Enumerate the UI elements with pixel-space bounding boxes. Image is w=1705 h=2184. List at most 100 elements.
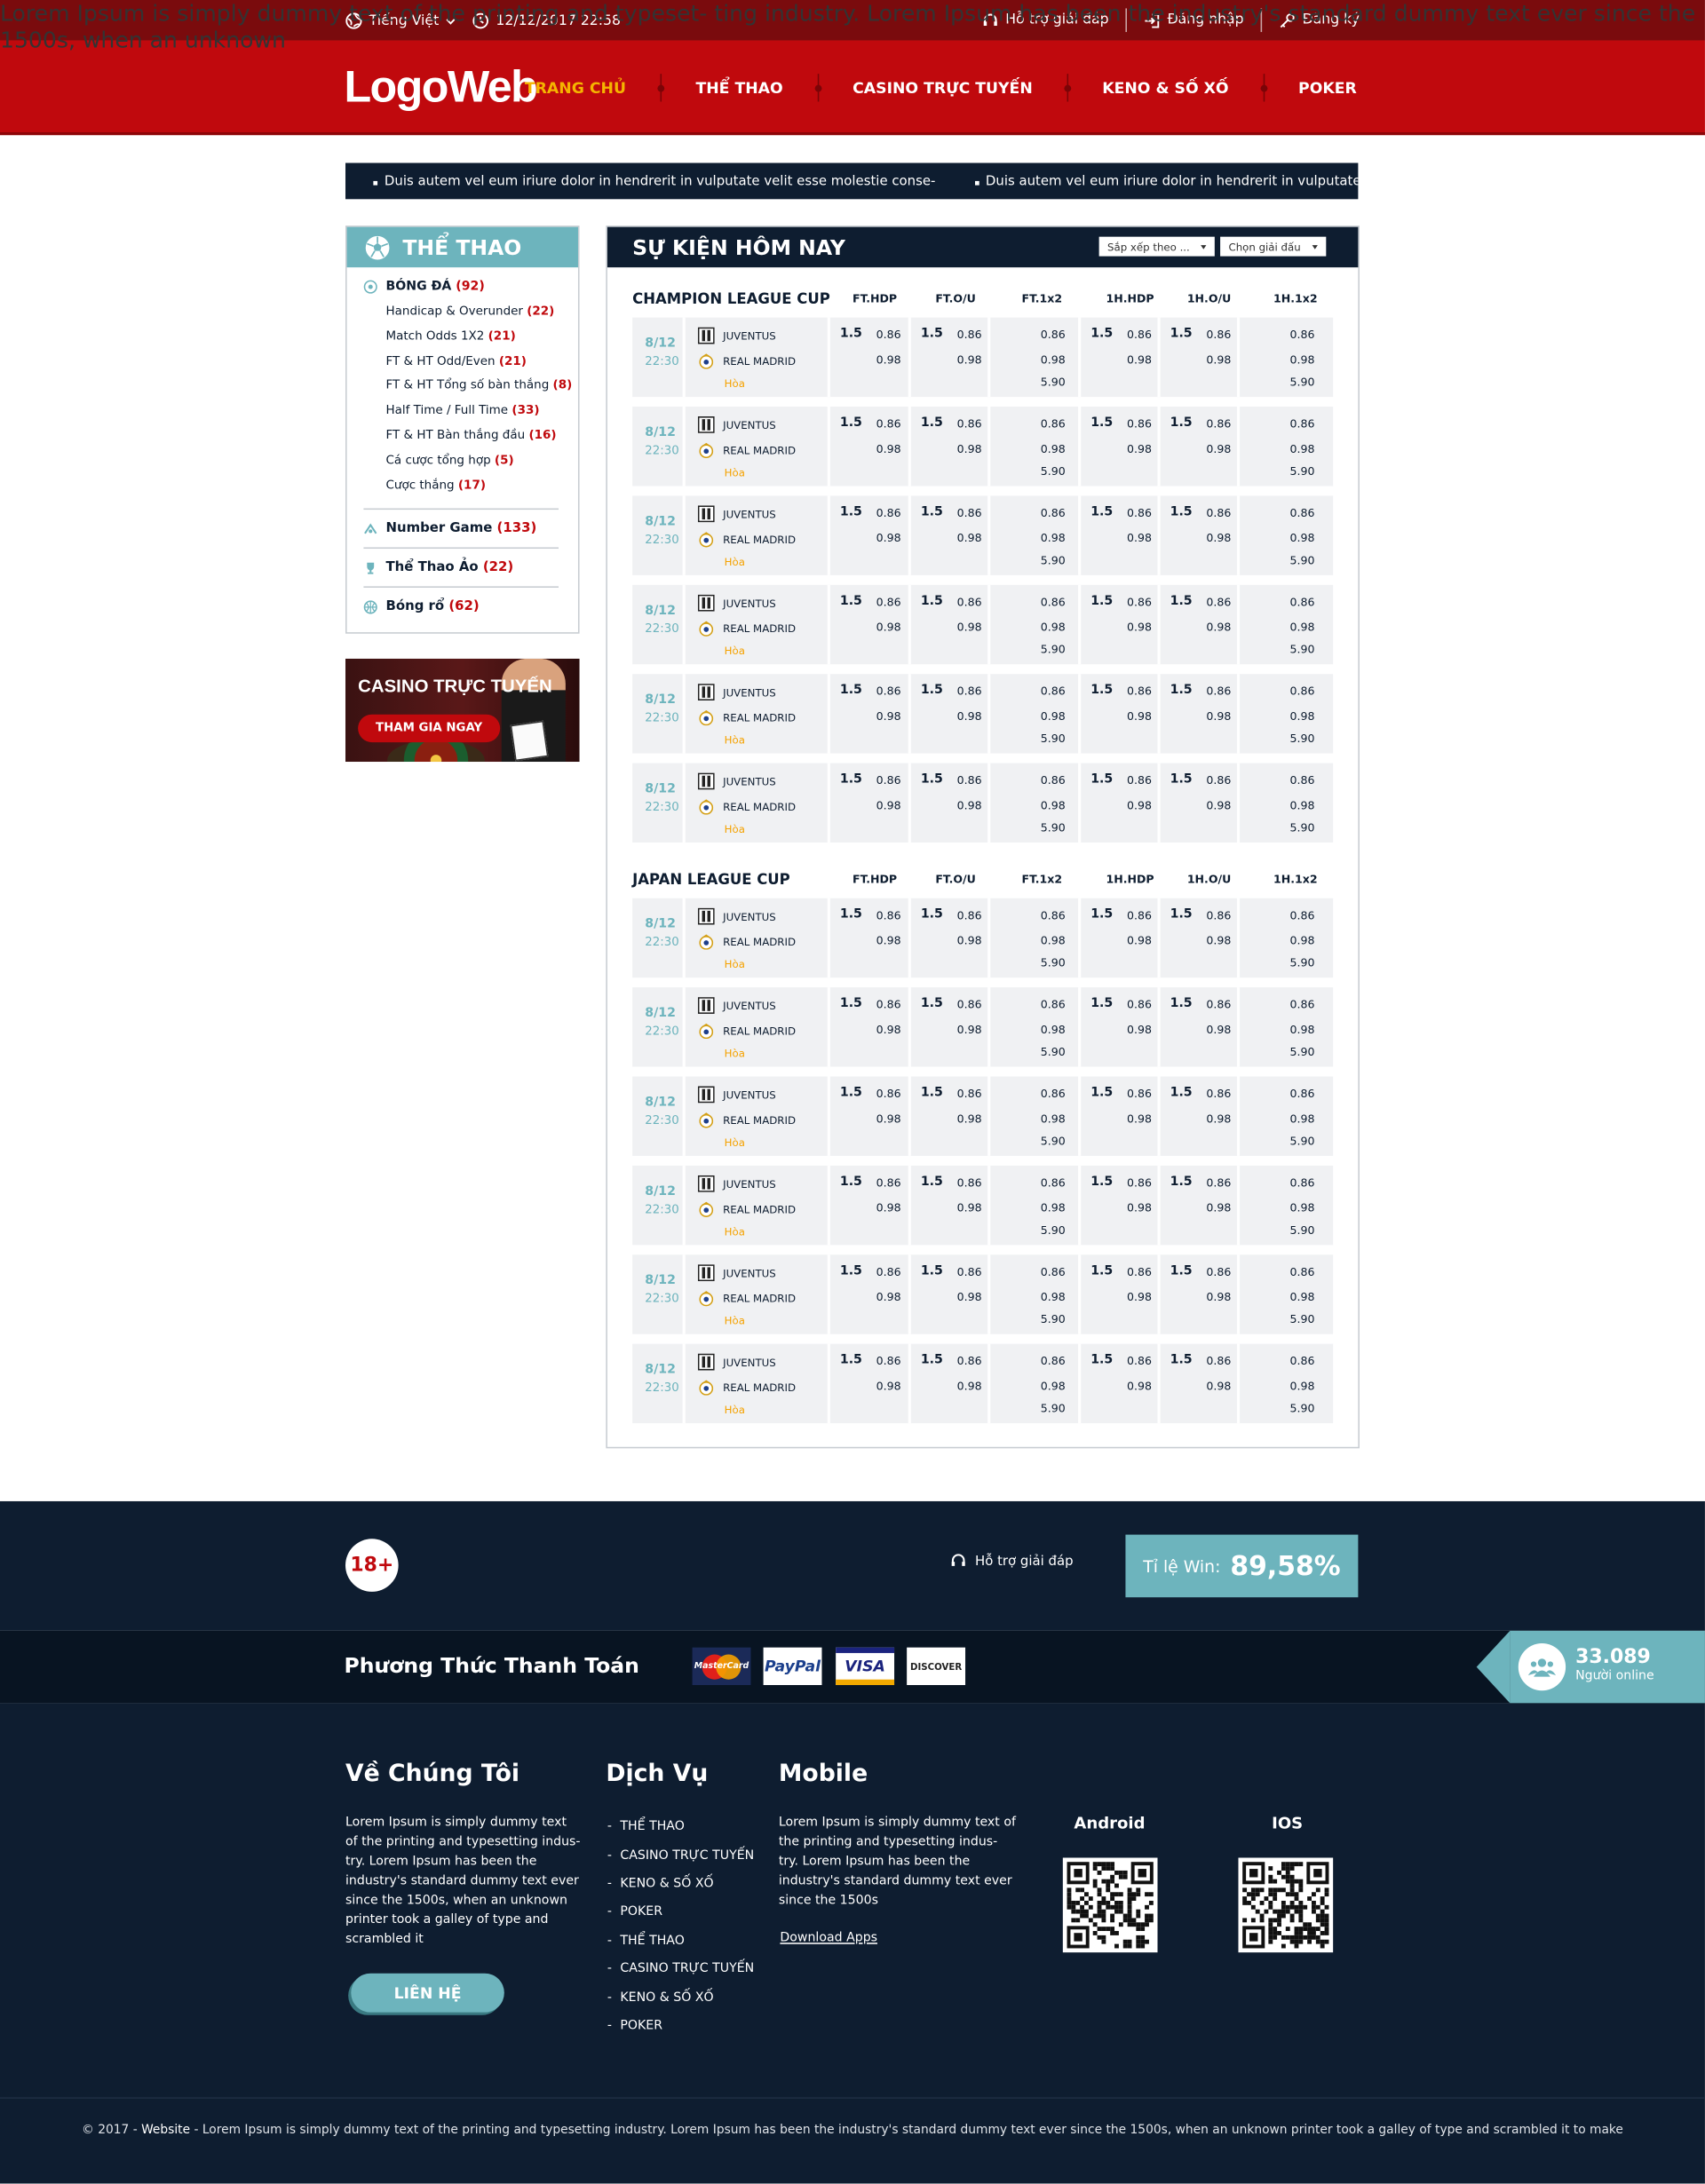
odd-value[interactable]: 0.86 (1127, 774, 1152, 787)
odd-value[interactable]: 0.86 (876, 596, 901, 608)
odd-value[interactable]: 5.90 (1290, 465, 1315, 478)
odd-value[interactable]: 0.98 (1041, 621, 1066, 634)
odd-value[interactable]: 0.98 (1206, 1291, 1231, 1303)
odd-value[interactable]: 0.86 (1290, 685, 1315, 698)
service-link[interactable]: - THỂ THAO (607, 1927, 754, 1955)
join-now-button[interactable]: THAM GIA NGAY (358, 714, 501, 743)
away-team[interactable]: REAL MADRID (698, 1112, 796, 1128)
odd-value[interactable]: 5.90 (1041, 465, 1066, 478)
casino-banner[interactable]: CASINO TRỰC TUYẾN THAM GIA NGAY (345, 658, 580, 763)
match-row[interactable]: 8/12 22:30 JUVENTUS REAL MADRID Hòa 1.5 0.86 0.… (632, 1076, 1334, 1156)
service-link[interactable]: - CASINO TRỰC TUYẾN (607, 1841, 754, 1870)
odd-value[interactable]: 0.86 (1206, 596, 1231, 608)
odd-value[interactable]: 0.86 (1206, 774, 1231, 787)
odd-value[interactable]: 0.98 (1290, 1024, 1315, 1036)
odd-value[interactable]: 0.86 (1041, 1266, 1066, 1278)
odd-value[interactable]: 0.98 (1127, 710, 1152, 723)
sidebar-item-basketball[interactable]: Bóng rổ (62) (363, 586, 559, 626)
odd-value[interactable]: 0.98 (957, 1291, 982, 1303)
footer-support-link[interactable]: Hỗ trợ giải đáp (950, 1553, 1074, 1570)
odd-value[interactable]: 0.98 (1206, 532, 1231, 544)
odd-value[interactable]: 0.86 (1127, 418, 1152, 431)
nav-item-home[interactable]: TRANG CHỦ (496, 79, 655, 97)
odd-value[interactable]: 0.86 (957, 774, 982, 787)
nav-item-sports[interactable]: THỂ THAO (667, 79, 813, 97)
odd-value[interactable]: 0.86 (1290, 328, 1315, 341)
odd-value[interactable]: 0.98 (1041, 1112, 1066, 1125)
odd-value[interactable]: 0.86 (957, 1176, 982, 1189)
odd-value[interactable]: 5.90 (1290, 1403, 1315, 1415)
odd-value[interactable]: 5.90 (1041, 1135, 1066, 1147)
home-team[interactable]: JUVENTUS (697, 1175, 776, 1192)
odd-value[interactable]: 0.86 (1206, 685, 1231, 698)
odd-value[interactable]: 0.86 (1127, 596, 1152, 608)
odd-value[interactable]: 0.86 (1290, 1088, 1315, 1100)
odd-value[interactable]: 0.98 (876, 532, 901, 544)
sidebar-subitem[interactable]: FT & HT Odd/Even (21) (363, 351, 578, 376)
odd-value[interactable]: 0.86 (1290, 1355, 1315, 1367)
odd-value[interactable]: 0.98 (876, 443, 901, 455)
service-link[interactable]: - CASINO TRỰC TUYẾN (607, 1955, 754, 1983)
odd-value[interactable]: 0.86 (1041, 507, 1066, 519)
odd-value[interactable]: 0.98 (1290, 353, 1315, 366)
odd-value[interactable]: 0.98 (1290, 443, 1315, 455)
copyright-site-link[interactable]: Website (141, 2124, 190, 2138)
odd-value[interactable]: 0.86 (876, 999, 901, 1011)
odd-value[interactable]: 0.86 (1206, 1355, 1231, 1367)
away-team[interactable]: REAL MADRID (698, 798, 796, 815)
odd-value[interactable]: 0.86 (1290, 418, 1315, 431)
odd-value[interactable]: 0.86 (957, 685, 982, 698)
sidebar-subitem[interactable]: Cá cược tổng hợp (5) (363, 449, 578, 474)
odd-value[interactable]: 0.98 (1127, 1202, 1152, 1215)
odd-value[interactable]: 0.98 (876, 1202, 901, 1215)
odd-value[interactable]: 0.98 (1290, 1380, 1315, 1392)
odd-value[interactable]: 5.90 (1290, 1313, 1315, 1325)
odd-value[interactable]: 0.98 (1127, 532, 1152, 544)
odd-value[interactable]: 0.98 (1206, 935, 1231, 947)
odd-value[interactable]: 0.98 (957, 621, 982, 634)
odd-value[interactable]: 0.86 (876, 507, 901, 519)
odd-value[interactable]: 0.98 (1290, 1112, 1315, 1125)
odd-value[interactable]: 0.98 (1127, 353, 1152, 366)
odd-value[interactable]: 0.86 (957, 1266, 982, 1278)
nav-item-keno[interactable]: KENO & SỐ XỐ (1073, 79, 1257, 97)
odd-value[interactable]: 0.98 (1127, 1112, 1152, 1125)
away-team[interactable]: REAL MADRID (698, 1200, 796, 1217)
odd-value[interactable]: 5.90 (1041, 957, 1066, 969)
odd-value[interactable]: 0.98 (1290, 1202, 1315, 1215)
sidebar-item-football[interactable]: BÓNG ĐÁ (92) (363, 280, 578, 294)
odd-value[interactable]: 0.86 (1041, 909, 1066, 922)
odd-value[interactable]: 0.98 (1127, 1024, 1152, 1036)
odd-value[interactable]: 0.86 (1041, 774, 1066, 787)
odd-value[interactable]: 0.86 (1290, 909, 1315, 922)
match-row[interactable]: 8/12 22:30 JUVENTUS REAL MADRID Hòa 1.5 0.86 0.… (632, 1254, 1334, 1334)
odd-value[interactable]: 0.98 (1127, 935, 1152, 947)
odd-value[interactable]: 0.86 (1127, 685, 1152, 698)
odd-value[interactable]: 5.90 (1041, 1313, 1066, 1325)
odd-value[interactable]: 5.90 (1041, 821, 1066, 834)
match-row[interactable]: 8/12 22:30 JUVENTUS REAL MADRID Hòa 1.5 0.86 0.… (632, 1165, 1334, 1246)
contact-button[interactable]: LIÊN HỆ (351, 1973, 504, 2013)
odd-value[interactable]: 0.86 (957, 596, 982, 608)
odd-value[interactable]: 0.98 (1127, 1380, 1152, 1392)
odd-value[interactable]: 5.90 (1290, 554, 1315, 566)
home-team[interactable]: JUVENTUS (697, 594, 776, 612)
odd-value[interactable]: 0.86 (876, 418, 901, 431)
match-row[interactable]: 8/12 22:30 JUVENTUS REAL MADRID Hòa 1.5 0.86 0.… (632, 674, 1334, 754)
service-link[interactable]: - KENO & SỐ XỐ (607, 1983, 754, 2012)
odd-value[interactable]: 0.86 (876, 685, 901, 698)
sidebar-subitem[interactable]: Handicap & Overunder (22) (363, 301, 578, 326)
odd-value[interactable]: 0.86 (1127, 1355, 1152, 1367)
match-row[interactable]: 8/12 22:30 JUVENTUS REAL MADRID Hòa 1.5 0.86 0.… (632, 317, 1334, 398)
odd-value[interactable]: 0.98 (1041, 1380, 1066, 1392)
odd-value[interactable]: 0.86 (876, 1266, 901, 1278)
download-apps-link[interactable]: Download Apps (780, 1932, 877, 1946)
odd-value[interactable]: 0.86 (1206, 999, 1231, 1011)
odd-value[interactable]: 5.90 (1290, 1046, 1315, 1058)
odd-value[interactable]: 0.98 (876, 621, 901, 634)
odd-value[interactable]: 0.86 (1206, 1176, 1231, 1189)
odd-value[interactable]: 0.86 (1127, 1088, 1152, 1100)
odd-value[interactable]: 5.90 (1041, 1046, 1066, 1058)
odd-value[interactable]: 0.98 (1127, 1291, 1152, 1303)
odd-value[interactable]: 0.98 (876, 799, 901, 811)
